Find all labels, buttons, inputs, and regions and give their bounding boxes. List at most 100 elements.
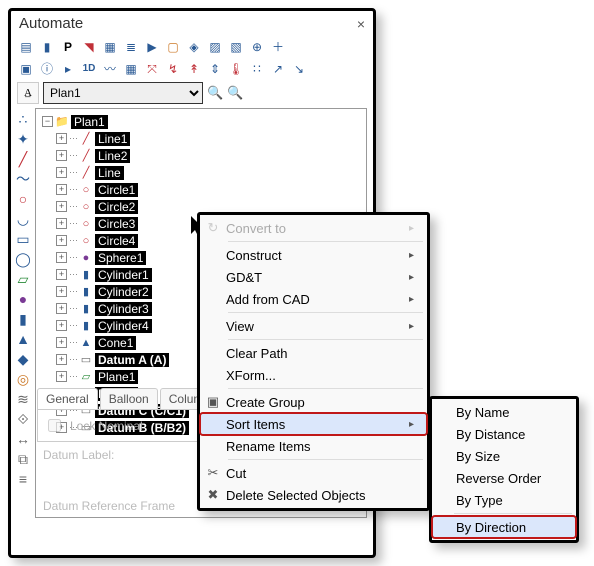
ctx-rename[interactable]: Rename Items [200, 435, 427, 457]
tb2-arrow-icon[interactable]: ↗ [269, 60, 287, 78]
tree-item-label[interactable]: Circle4 [95, 234, 138, 248]
tree-item-label[interactable]: Line1 [95, 132, 130, 146]
tb2-playdot-icon[interactable]: ▸ [59, 60, 77, 78]
tree-item-label[interactable]: Circle1 [95, 183, 138, 197]
tree-expander[interactable]: + [56, 286, 67, 297]
tree-expander[interactable]: + [56, 320, 67, 331]
tree-root-label[interactable]: Plan1 [71, 115, 108, 129]
li-plane-icon[interactable]: ▱ [18, 272, 29, 286]
sort-reverse[interactable]: Reverse Order [432, 467, 576, 489]
li-misc1-icon[interactable]: ≋ [17, 392, 29, 406]
ctx-gdt[interactable]: GD&T▸ [200, 266, 427, 288]
li-point-icon[interactable]: ∴ [19, 112, 28, 126]
tree-item-label[interactable]: Line2 [95, 149, 130, 163]
sort-byname[interactable]: By Name [432, 401, 576, 423]
sort-bysize[interactable]: By Size [432, 445, 576, 467]
tree-item-label[interactable]: Plane1 [95, 370, 138, 384]
tb2-thermo-icon[interactable]: 🌡 [227, 60, 245, 78]
tb2-grid2-icon[interactable]: ▦ [122, 60, 140, 78]
tb-flag-icon[interactable]: ◥ [80, 38, 98, 56]
ctx-view[interactable]: View▸ [200, 315, 427, 337]
tree-expander[interactable]: + [56, 337, 67, 348]
li-misc2-icon[interactable]: ⟐ [17, 412, 28, 426]
search-settings-icon[interactable]: 🔍 [227, 85, 243, 101]
tb2-curve-icon[interactable]: 〰 [101, 60, 119, 78]
tree-expander[interactable]: + [56, 269, 67, 280]
tab-balloon[interactable]: Balloon [100, 388, 158, 409]
li-target-icon[interactable]: ✦ [17, 132, 29, 146]
tb2-dots-icon[interactable]: ∷ [248, 60, 266, 78]
ctx-construct[interactable]: Construct▸ [200, 244, 427, 266]
lock-nominal-checkbox[interactable] [48, 419, 61, 432]
tree-expander[interactable]: + [56, 218, 67, 229]
tb2-axis4-icon[interactable]: ⇕ [206, 60, 224, 78]
tb2-1d-icon[interactable]: 1D [80, 60, 98, 78]
search-icon[interactable]: 🔍 [207, 85, 223, 101]
li-misc3-icon[interactable]: ↔ [16, 432, 30, 446]
tb-stripes2-icon[interactable]: ▧ [227, 38, 245, 56]
tb-box-icon[interactable]: ▢ [164, 38, 182, 56]
li-arc-icon[interactable]: ◡ [17, 212, 29, 226]
li-sphere-icon[interactable]: ● [19, 292, 27, 306]
tree-expander[interactable]: + [56, 133, 67, 144]
tree-expander[interactable]: + [56, 303, 67, 314]
tree-item-label[interactable]: Cylinder4 [95, 319, 152, 333]
li-torus-icon[interactable]: ◎ [17, 372, 29, 386]
li-cube-icon[interactable]: ◆ [18, 352, 29, 366]
tree-expander[interactable]: + [56, 354, 67, 365]
ctx-sortitems[interactable]: Sort Items▸ [200, 413, 427, 435]
tree-item-label[interactable]: Circle3 [95, 217, 138, 231]
ctx-creategroup[interactable]: ▣Create Group [200, 391, 427, 413]
tree-item-label[interactable]: Cylinder3 [95, 302, 152, 316]
tree-item-label[interactable]: Sphere1 [95, 251, 146, 265]
tree-expander[interactable]: + [56, 371, 67, 382]
ctx-cut[interactable]: ✂Cut [200, 462, 427, 484]
ctx-clearpath[interactable]: Clear Path [200, 342, 427, 364]
tree-expander[interactable]: + [56, 201, 67, 212]
ctx-delete[interactable]: ✖Delete Selected Objects [200, 484, 427, 506]
tb-stripes-icon[interactable]: ▨ [206, 38, 224, 56]
tb-plus-icon[interactable]: ＋ [269, 38, 287, 56]
tree-item-label[interactable]: Cylinder1 [95, 268, 152, 282]
tb-target-icon[interactable]: ⊕ [248, 38, 266, 56]
li-circle-icon[interactable]: ○ [19, 192, 27, 206]
li-curve-icon[interactable]: 〜 [16, 172, 30, 186]
tb-tag-icon[interactable]: ◈ [185, 38, 203, 56]
tree-expander[interactable]: + [56, 235, 67, 246]
tb2-camera-icon[interactable]: ▣ [17, 60, 35, 78]
tree-item-label[interactable]: Cylinder2 [95, 285, 152, 299]
tb2-vec-icon[interactable]: ↘ [290, 60, 308, 78]
ctx-addcad[interactable]: Add from CAD▸ [200, 288, 427, 310]
tb-p-icon[interactable]: P [59, 38, 77, 56]
tb-panel-icon[interactable]: ▮ [38, 38, 56, 56]
tree-expander[interactable]: − [42, 116, 53, 127]
sort-bydistance[interactable]: By Distance [432, 423, 576, 445]
li-slot-icon[interactable]: ▭ [16, 232, 29, 246]
sort-bytype[interactable]: By Type [432, 489, 576, 511]
li-cone-icon[interactable]: ▲ [16, 332, 30, 346]
sort-bydirection[interactable]: By Direction [432, 516, 576, 538]
tb2-axis2-icon[interactable]: ↯ [164, 60, 182, 78]
tree-expander[interactable]: + [56, 252, 67, 263]
tb-doc-icon[interactable]: ▤ [17, 38, 35, 56]
tree-item-label[interactable]: Line [95, 166, 124, 180]
tb-grid-icon[interactable]: ▦ [101, 38, 119, 56]
li-misc4-icon[interactable]: ⧉ [18, 452, 28, 466]
li-ellipse-icon[interactable]: ◯ [15, 252, 31, 266]
ctx-xform[interactable]: XForm... [200, 364, 427, 386]
tb-play-icon[interactable]: ▶ [143, 38, 161, 56]
tab-general[interactable]: General [37, 388, 98, 409]
tree-expander[interactable]: + [56, 184, 67, 195]
close-icon[interactable]: × [357, 16, 365, 32]
tree-expander[interactable]: + [56, 167, 67, 178]
tb2-axis3-icon[interactable]: ↟ [185, 60, 203, 78]
li-misc5-icon[interactable]: ≡ [19, 472, 27, 486]
tree-expander[interactable]: + [56, 150, 67, 161]
tb-list-icon[interactable]: ≣ [122, 38, 140, 56]
tree-item-label[interactable]: Circle2 [95, 200, 138, 214]
li-line-icon[interactable]: ╱ [19, 152, 27, 166]
li-cylinder-icon[interactable]: ▮ [19, 312, 27, 326]
font-a-button[interactable]: A̲ [17, 82, 39, 104]
plan-select[interactable]: Plan1 [43, 82, 203, 104]
tree-item-label[interactable]: Cone1 [95, 336, 136, 350]
